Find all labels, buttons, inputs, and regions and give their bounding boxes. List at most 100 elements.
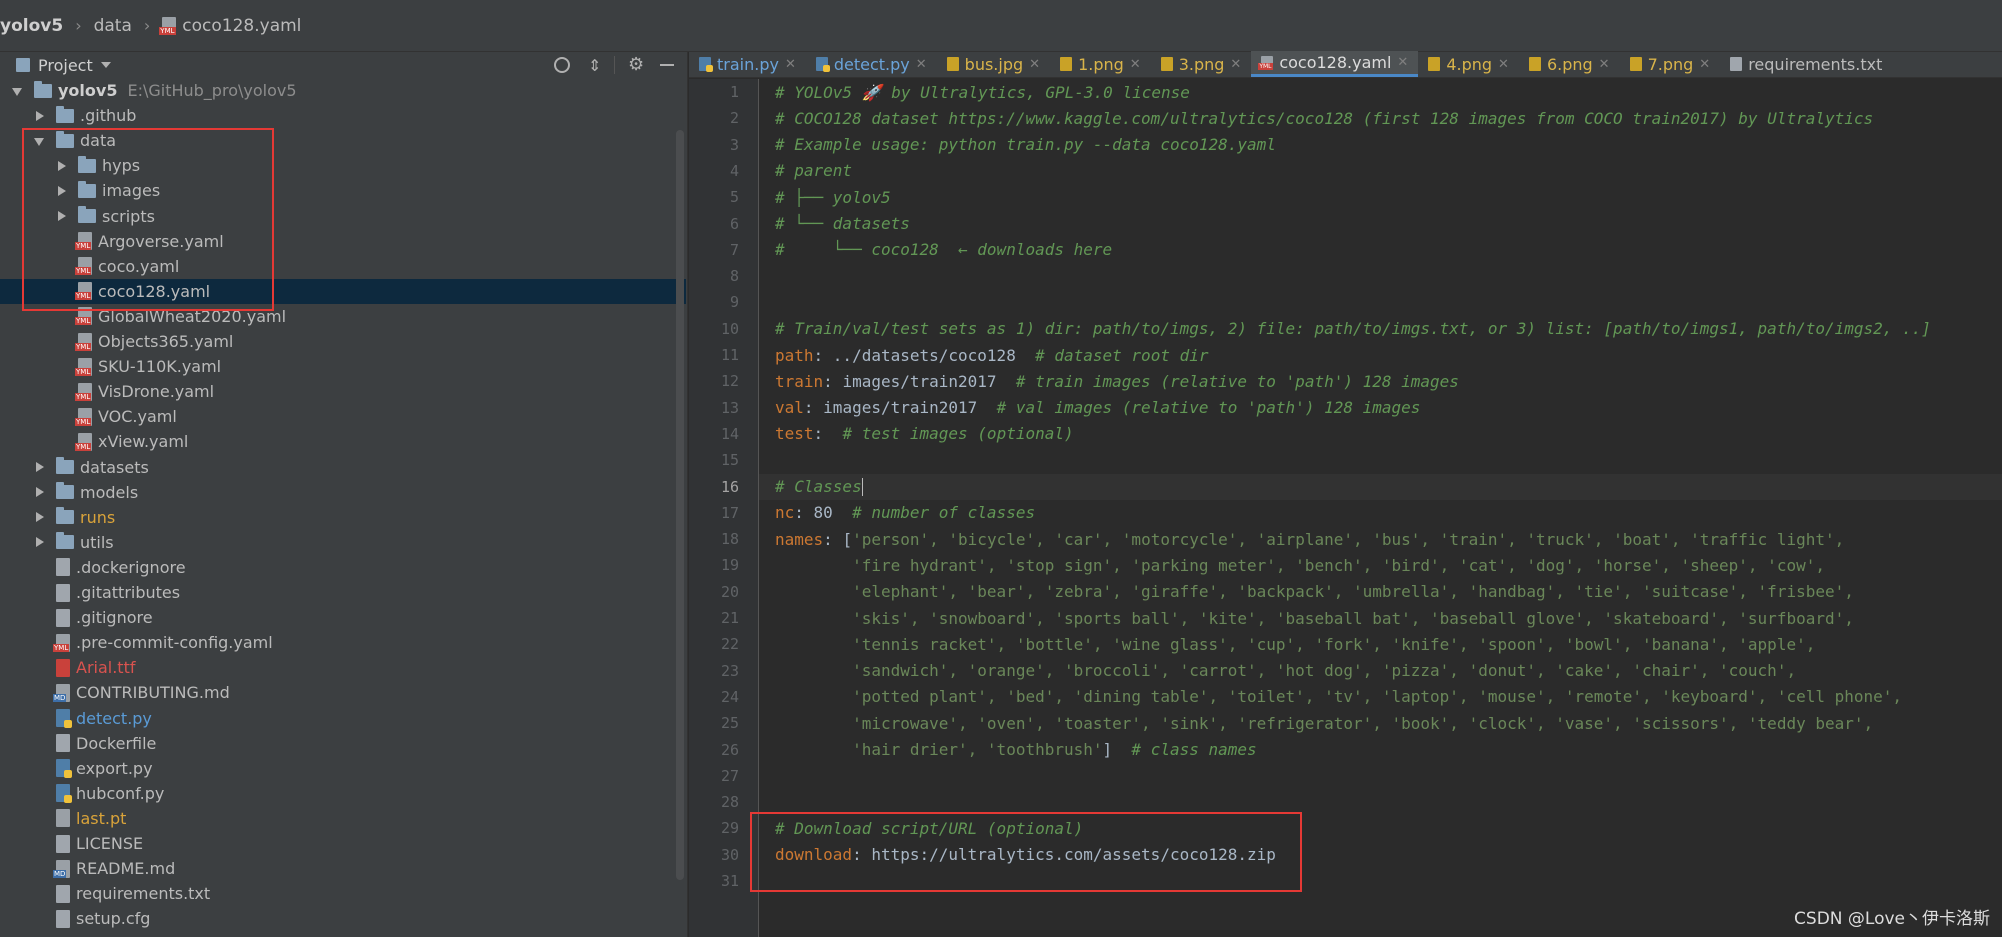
code-line[interactable]: 'tennis racket', 'bottle', 'wine glass',…: [759, 631, 2002, 657]
gear-icon[interactable]: ⚙: [628, 54, 644, 75]
code-token: # test images (optional): [842, 424, 1074, 444]
code-line[interactable]: train: images/train2017 # train images (…: [759, 368, 2002, 394]
collapse-icon[interactable]: ⇕: [588, 56, 601, 75]
project-scrollbar[interactable]: [676, 130, 684, 880]
tree-item[interactable]: CONTRIBUTING.md: [0, 680, 686, 705]
minimize-icon[interactable]: [660, 64, 674, 66]
close-icon[interactable]: ✕: [1599, 57, 1610, 72]
tree-item[interactable]: SKU-110K.yaml: [0, 354, 686, 379]
code-line[interactable]: [759, 263, 2002, 289]
tree-item[interactable]: VOC.yaml: [0, 404, 686, 429]
chevron-down-icon[interactable]: [100, 62, 111, 68]
editor-tab[interactable]: 1.png ✕: [1050, 51, 1151, 77]
tree-item[interactable]: Objects365.yaml: [0, 329, 686, 354]
target-icon[interactable]: [554, 57, 570, 73]
tree-item[interactable]: yolov5 E:\GitHub_pro\yolov5: [0, 78, 686, 103]
breadcrumb-item[interactable]: yolov5: [0, 16, 63, 36]
chevron-down-icon[interactable]: [12, 86, 22, 96]
close-icon[interactable]: ✕: [785, 57, 796, 72]
tree-item[interactable]: .dockerignore: [0, 555, 686, 580]
tree-item[interactable]: datasets: [0, 455, 686, 480]
tree-item[interactable]: .pre-commit-config.yaml: [0, 630, 686, 655]
chevron-right-icon[interactable]: [34, 537, 44, 548]
tree-item[interactable]: hubconf.py: [0, 781, 686, 806]
code-line[interactable]: # └── datasets: [759, 211, 2002, 237]
project-title[interactable]: Project: [38, 56, 93, 75]
tree-item[interactable]: README.md: [0, 856, 686, 881]
tree-item[interactable]: .gitattributes: [0, 580, 686, 605]
close-icon[interactable]: ✕: [1498, 57, 1509, 72]
editor-tab[interactable]: detect.py ✕: [806, 51, 937, 77]
chevron-right-icon[interactable]: [34, 110, 44, 121]
code-line[interactable]: [759, 763, 2002, 789]
code-line[interactable]: names: ['person', 'bicycle', 'car', 'mot…: [759, 526, 2002, 552]
code-line[interactable]: # Classes: [759, 473, 2002, 500]
line-number: 3: [729, 135, 739, 154]
code-line[interactable]: 'skis', 'snowboard', 'sports ball', 'kit…: [759, 605, 2002, 631]
code-line[interactable]: 'fire hydrant', 'stop sign', 'parking me…: [759, 552, 2002, 578]
close-icon[interactable]: ✕: [1130, 57, 1141, 72]
code-line[interactable]: # COCO128 dataset https://www.kaggle.com…: [759, 105, 2002, 131]
tree-item[interactable]: Dockerfile: [0, 731, 686, 756]
tree-item[interactable]: utils: [0, 530, 686, 555]
code-line[interactable]: # Example usage: python train.py --data …: [759, 132, 2002, 158]
tree-item[interactable]: Arial.ttf: [0, 655, 686, 680]
tree-item-label: VOC.yaml: [98, 407, 177, 427]
tree-item[interactable]: LICENSE: [0, 831, 686, 856]
editor-tab[interactable]: requirements.txt: [1720, 51, 1892, 77]
code-line[interactable]: 'hair drier', 'toothbrush'] # class name…: [759, 737, 2002, 763]
code-line[interactable]: 'elephant', 'bear', 'zebra', 'giraffe', …: [759, 579, 2002, 605]
code-line[interactable]: # parent: [759, 158, 2002, 184]
line-number: 2: [729, 109, 739, 128]
code-line[interactable]: 'potted plant', 'bed', 'dining table', '…: [759, 684, 2002, 710]
tree-item[interactable]: models: [0, 480, 686, 505]
code-line[interactable]: [759, 289, 2002, 315]
editor-tab[interactable]: 3.png ✕: [1151, 51, 1252, 77]
code-line[interactable]: # └── coco128 ← downloads here: [759, 237, 2002, 263]
tree-item[interactable]: detect.py: [0, 706, 686, 731]
tree-item-label: .gitignore: [76, 608, 153, 628]
chevron-right-icon[interactable]: [34, 512, 44, 523]
code-token: 'skis', 'snowboard', 'sports ball', 'kit…: [775, 608, 1854, 628]
code-line[interactable]: path: ../datasets/coco128 # dataset root…: [759, 342, 2002, 368]
tree-item[interactable]: runs: [0, 505, 686, 530]
code-line[interactable]: # ├── yolov5: [759, 184, 2002, 210]
editor-tab[interactable]: bus.jpg ✕: [937, 51, 1050, 77]
code-line[interactable]: 'microwave', 'oven', 'toaster', 'sink', …: [759, 710, 2002, 736]
editor-tab[interactable]: train.py ✕: [689, 51, 806, 77]
chevron-right-icon[interactable]: [34, 462, 44, 472]
code-line[interactable]: # Train/val/test sets as 1) dir: path/to…: [759, 316, 2002, 342]
editor-tab[interactable]: 4.png ✕: [1418, 51, 1519, 77]
breadcrumb-item[interactable]: data: [94, 16, 132, 36]
code-line[interactable]: # YOLOv5 🚀 by Ultralytics, GPL-3.0 licen…: [759, 79, 2002, 105]
code-line[interactable]: val: images/train2017 # val images (rela…: [759, 395, 2002, 421]
line-number: 16: [720, 477, 739, 496]
line-number: 21: [720, 609, 739, 627]
code-token: 'elephant', 'bear', 'zebra', 'giraffe', …: [775, 582, 1854, 602]
close-icon[interactable]: ✕: [1699, 57, 1710, 72]
breadcrumb-item[interactable]: coco128.yaml: [159, 16, 301, 36]
close-icon[interactable]: ✕: [1029, 57, 1040, 72]
editor-tab[interactable]: 7.png ✕: [1620, 51, 1721, 77]
editor-tab-label: 6.png: [1546, 54, 1593, 74]
tree-item[interactable]: .gitignore: [0, 605, 686, 630]
code-editor[interactable]: # YOLOv5 🚀 by Ultralytics, GPL-3.0 licen…: [759, 79, 2002, 937]
code-line[interactable]: test: # test images (optional): [759, 421, 2002, 447]
code-line[interactable]: [759, 447, 2002, 473]
tree-item[interactable]: export.py: [0, 756, 686, 781]
editor-tab-bar: train.py✕detect.py✕bus.jpg✕1.png✕3.png✕c…: [689, 51, 2002, 78]
tree-item[interactable]: setup.cfg: [0, 906, 686, 931]
tree-item[interactable]: .github: [0, 103, 686, 128]
editor-tab[interactable]: coco128.yaml ✕: [1251, 51, 1419, 77]
close-icon[interactable]: ✕: [916, 57, 927, 72]
close-icon[interactable]: ✕: [1230, 57, 1241, 72]
close-icon[interactable]: ✕: [1397, 55, 1408, 70]
code-line[interactable]: 'sandwich', 'orange', 'broccoli', 'carro…: [759, 658, 2002, 684]
editor-tab[interactable]: 6.png ✕: [1519, 51, 1620, 77]
tree-item[interactable]: last.pt: [0, 806, 686, 831]
chevron-right-icon[interactable]: [34, 487, 44, 498]
tree-item[interactable]: VisDrone.yaml: [0, 379, 686, 404]
tree-item[interactable]: requirements.txt: [0, 881, 686, 906]
code-line[interactable]: nc: 80 # number of classes: [759, 500, 2002, 526]
tree-item[interactable]: xView.yaml: [0, 429, 686, 454]
